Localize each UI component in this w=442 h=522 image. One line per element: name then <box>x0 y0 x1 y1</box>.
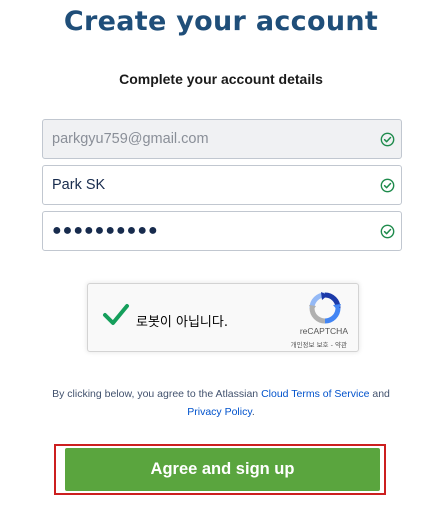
email-field-container <box>42 119 402 159</box>
agree-and-sign-up-button[interactable]: Agree and sign up <box>65 448 380 491</box>
terms-suffix: . <box>251 406 255 418</box>
terms-prefix: By clicking below, you agree to the Atla… <box>52 388 262 400</box>
terms-middle: and <box>369 388 390 400</box>
recaptcha-privacy-link[interactable]: 개인정보 보호 <box>291 341 329 349</box>
valid-check-icon <box>379 223 395 239</box>
privacy-policy-link[interactable]: Privacy Policy <box>187 406 252 418</box>
recaptcha-links: 개인정보 보호 - 약관 <box>291 339 347 349</box>
page-subtitle: Complete your account details <box>119 71 323 87</box>
valid-check-icon <box>379 131 395 147</box>
terms-notice: By clicking below, you agree to the Atla… <box>30 385 412 421</box>
signup-page: Create your account Complete your accoun… <box>0 0 442 522</box>
full-name-field[interactable] <box>43 166 379 204</box>
password-field[interactable] <box>43 212 379 250</box>
password-field-container <box>42 211 402 251</box>
page-title: Create your account <box>63 6 379 37</box>
recaptcha-terms-link[interactable]: 약관 <box>335 341 347 349</box>
recaptcha-checkbox[interactable] <box>102 302 130 333</box>
recaptcha-label: 로봇이 아닙니다. <box>136 315 228 330</box>
full-name-field-container <box>42 165 402 205</box>
recaptcha-widget: 로봇이 아닙니다. reCAPTCHA 개인정보 보호 - 약관 <box>87 283 359 352</box>
cloud-terms-link[interactable]: Cloud Terms of Service <box>261 388 369 400</box>
recaptcha-brand: reCAPTCHA <box>299 326 348 336</box>
valid-check-icon <box>379 177 395 193</box>
email-field[interactable] <box>43 120 379 158</box>
recaptcha-logo-icon <box>309 292 341 329</box>
